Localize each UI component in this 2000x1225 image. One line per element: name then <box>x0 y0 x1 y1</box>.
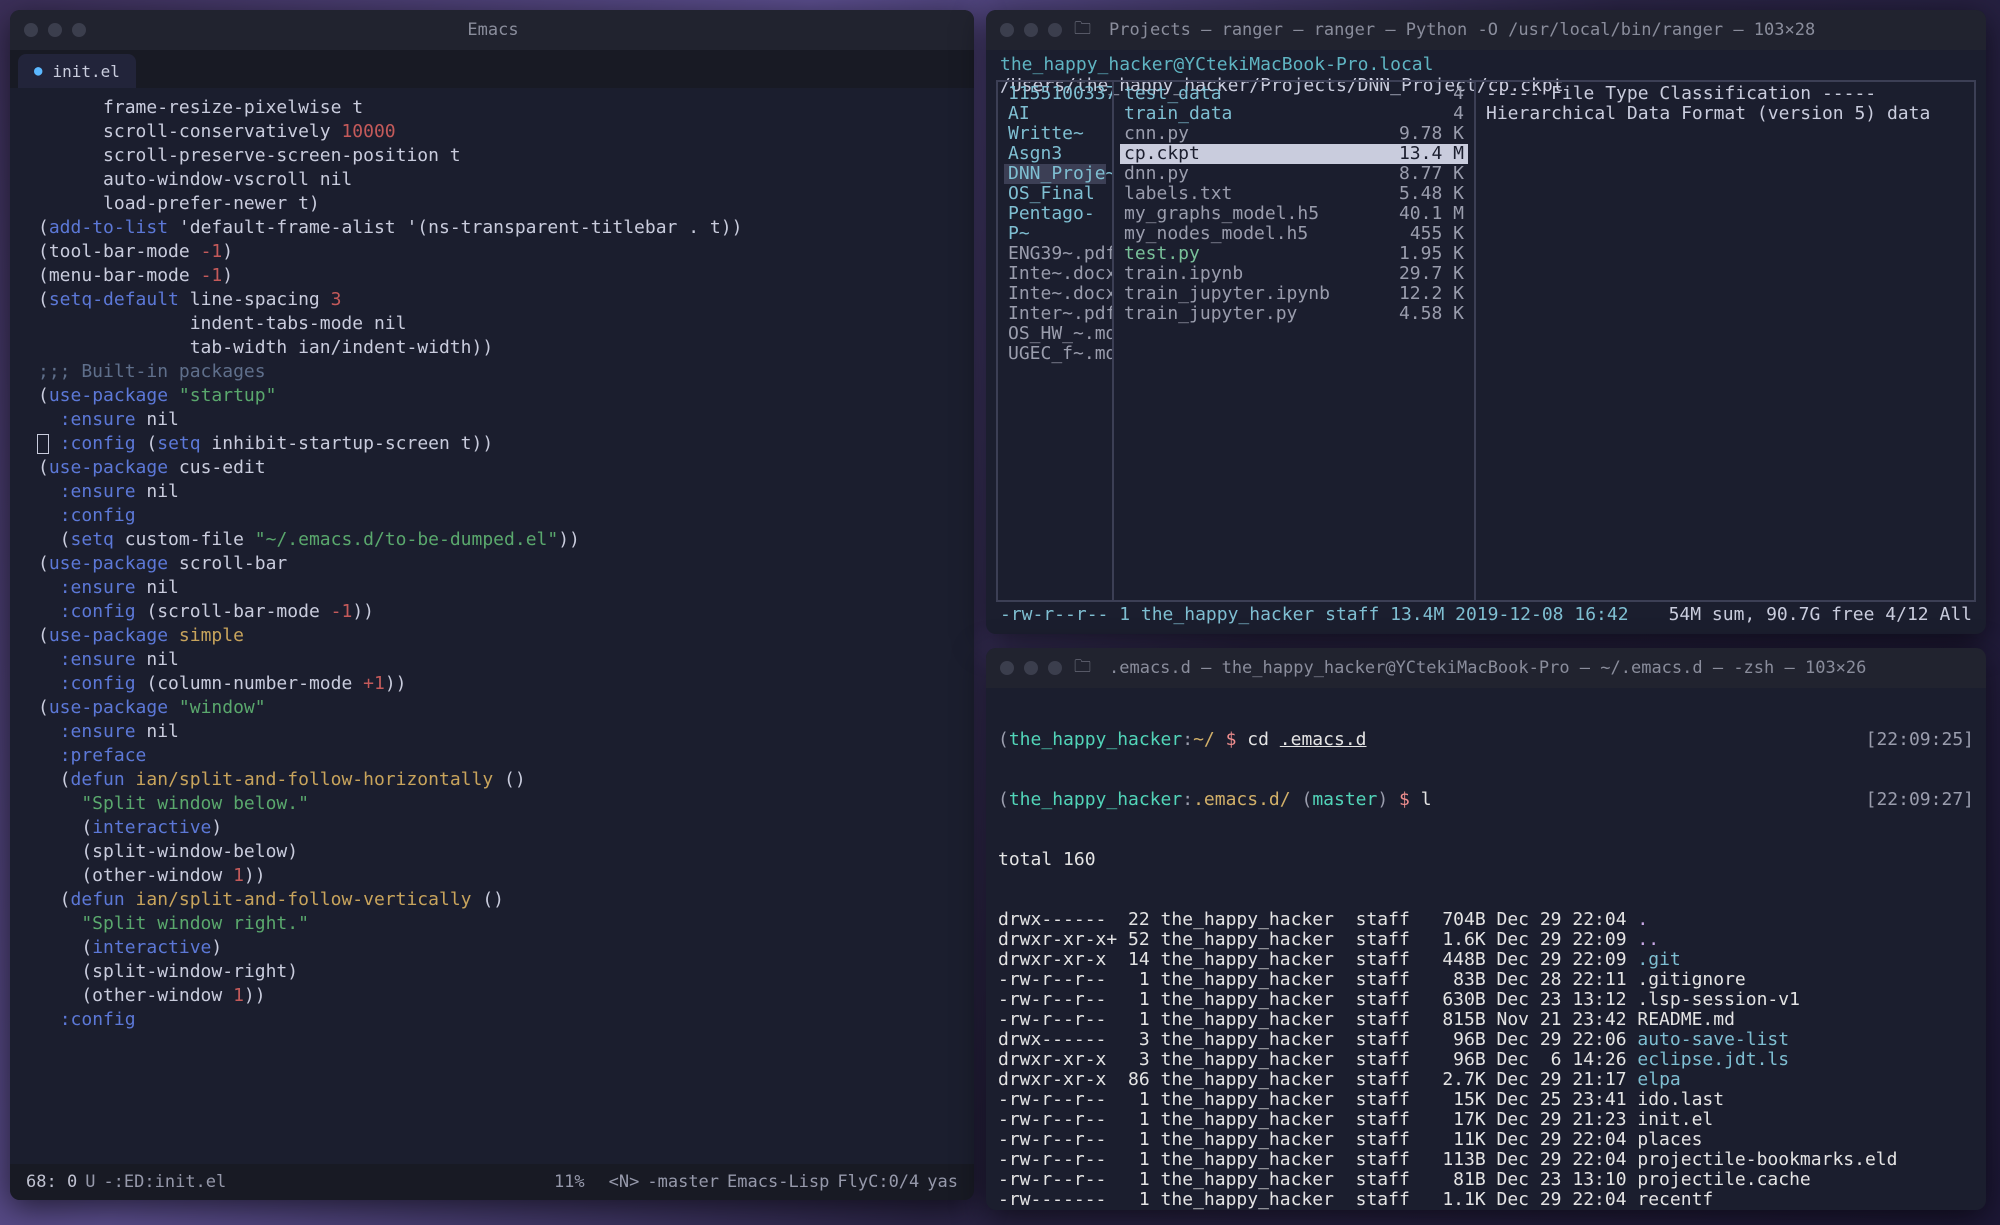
cursor-position: 68: 0 <box>26 1172 77 1192</box>
file-item[interactable]: train.ipynb29.7 K <box>1120 264 1468 284</box>
ls-row: drwx------ 22 the_happy_hacker staff 704… <box>998 910 1974 930</box>
file-item[interactable]: cp.ckpt13.4 M <box>1120 144 1468 164</box>
file-stat: -rw-r--r-- 1 the_happy_hacker staff 13.4… <box>1000 604 1629 630</box>
minimize-icon[interactable] <box>1024 661 1038 675</box>
yasnippet-indicator: yas <box>927 1172 958 1192</box>
normal-mode: <N> <box>609 1172 640 1192</box>
timestamp: [22:09:27] <box>1866 790 1974 810</box>
parent-dir-item[interactable]: Asgn3 <box>1004 144 1106 164</box>
modeline-u: U <box>85 1172 95 1192</box>
file-item[interactable]: my_nodes_model.h5455 K <box>1120 224 1468 244</box>
window-title: .emacs.d — the_happy_hacker@YCtekiMacBoo… <box>1109 658 1972 678</box>
zoom-icon[interactable] <box>1048 23 1062 37</box>
ls-row: -rw-r--r-- 1 the_happy_hacker staff 83B … <box>998 970 1974 990</box>
zoom-icon[interactable] <box>72 23 86 37</box>
disk-stat: 54M sum, 90.7G free 4/12 All <box>1669 604 1972 630</box>
parent-dir-item[interactable]: Inter~.pdf <box>1004 304 1106 324</box>
ls-row: drwx------ 3 the_happy_hacker staff 96B … <box>998 1030 1974 1050</box>
parent-dir-item[interactable]: Pentago-P~ <box>1004 204 1106 244</box>
ranger-path-header: the_happy_hacker@YCtekiMacBook-Pro.local… <box>986 50 1986 78</box>
ls-row: -rw-r--r-- 1 the_happy_hacker staff 11K … <box>998 1130 1974 1150</box>
tab-label: init.el <box>52 62 119 81</box>
file-item[interactable]: cnn.py9.78 K <box>1120 124 1468 144</box>
ls-row: drwxr-xr-x 14 the_happy_hacker staff 448… <box>998 950 1974 970</box>
emacs-tabs: ● init.el <box>10 50 974 88</box>
ls-row: -rw-r--r-- 1 the_happy_hacker staff 15K … <box>998 1090 1974 1110</box>
ls-row: -rw-r--r-- 1 the_happy_hacker staff 17K … <box>998 1110 1974 1130</box>
emacs-window: Emacs ● init.el frame-resize-pixelwise t… <box>10 10 974 1200</box>
terminal-titlebar[interactable]: 🗀 .emacs.d — the_happy_hacker@YCtekiMacB… <box>986 648 1986 688</box>
ranger-body: 1155100337AI Writte~Asgn3DNN_Proje~OS_Fi… <box>986 78 1986 602</box>
terminal-output[interactable]: (the_happy_hacker:~/ $ cd .emacs.d[22:09… <box>986 688 1986 1210</box>
ranger-preview-column: ----- File Type Classification ----- Hie… <box>1476 82 1974 600</box>
file-item[interactable]: train_jupyter.py4.58 K <box>1120 304 1468 324</box>
file-item[interactable]: test.py1.95 K <box>1120 244 1468 264</box>
window-title: Projects — ranger — ranger — Python -O /… <box>1109 20 1972 40</box>
ls-row: -rw------- 1 the_happy_hacker staff 1.1K… <box>998 1190 1974 1210</box>
zoom-icon[interactable] <box>1048 661 1062 675</box>
parent-dir-item[interactable]: UGEC_f~.md <box>1004 344 1106 364</box>
close-icon[interactable] <box>1000 23 1014 37</box>
parent-dir-item[interactable]: Inte~.docx <box>1004 264 1106 284</box>
ls-row: drwxr-xr-x 3 the_happy_hacker staff 96B … <box>998 1050 1974 1070</box>
parent-dir-item[interactable]: AI Writte~ <box>1004 104 1106 144</box>
ranger-footer: -rw-r--r-- 1 the_happy_hacker staff 13.4… <box>986 602 1986 632</box>
file-item[interactable]: my_graphs_model.h540.1 M <box>1120 204 1468 224</box>
minimize-icon[interactable] <box>1024 23 1038 37</box>
git-branch: -master <box>647 1172 719 1192</box>
file-item[interactable]: labels.txt5.48 K <box>1120 184 1468 204</box>
emacs-titlebar[interactable]: Emacs <box>10 10 974 50</box>
ls-row: drwxr-xr-x 86 the_happy_hacker staff 2.7… <box>998 1070 1974 1090</box>
ls-row: -rw-r--r-- 1 the_happy_hacker staff 113B… <box>998 1150 1974 1170</box>
traffic-lights[interactable] <box>1000 23 1062 37</box>
parent-dir-item[interactable]: ENG39~.pdf <box>1004 244 1106 264</box>
ranger-titlebar[interactable]: 🗀 Projects — ranger — ranger — Python -O… <box>986 10 1986 50</box>
ranger-parent-column[interactable]: 1155100337AI Writte~Asgn3DNN_Proje~OS_Fi… <box>998 82 1114 600</box>
file-item[interactable]: train_jupyter.ipynb12.2 K <box>1120 284 1468 304</box>
file-item[interactable]: dnn.py8.77 K <box>1120 164 1468 184</box>
ls-row: -rw-r--r-- 1 the_happy_hacker staff 815B… <box>998 1010 1974 1030</box>
emacs-modeline: 68: 0 U -:ED:init.el 11% <N> -master Ema… <box>10 1164 974 1200</box>
window-title: Emacs <box>98 20 888 40</box>
folder-icon: 🗀 <box>1074 654 1091 683</box>
ls-row: drwxr-xr-x+ 52 the_happy_hacker staff 1.… <box>998 930 1974 950</box>
ls-row: -rw-r--r-- 1 the_happy_hacker staff 630B… <box>998 990 1974 1010</box>
folder-icon: 🗀 <box>1074 16 1091 45</box>
ranger-window: 🗀 Projects — ranger — ranger — Python -O… <box>986 10 1986 634</box>
scroll-percent: 11% <box>234 1172 600 1192</box>
traffic-lights[interactable] <box>1000 661 1062 675</box>
parent-dir-item[interactable]: OS_HW_~.md <box>1004 324 1106 344</box>
flycheck-status: FlyC:0/4 <box>837 1172 919 1192</box>
file-item[interactable]: train_data4 <box>1120 104 1468 124</box>
ls-row: -rw-r--r-- 1 the_happy_hacker staff 81B … <box>998 1170 1974 1190</box>
parent-dir-item[interactable]: 1155100337 <box>1004 84 1106 104</box>
parent-dir-item[interactable]: DNN_Proje~ <box>1004 164 1106 184</box>
close-icon[interactable] <box>24 23 38 37</box>
tab-init-el[interactable]: ● init.el <box>18 54 136 88</box>
minimize-icon[interactable] <box>48 23 62 37</box>
timestamp: [22:09:25] <box>1866 730 1974 750</box>
code-editor[interactable]: frame-resize-pixelwise t scroll-conserva… <box>10 88 974 1164</box>
terminal-window: 🗀 .emacs.d — the_happy_hacker@YCtekiMacB… <box>986 648 1986 1210</box>
buffer-indicator: -:ED:init.el <box>103 1172 226 1192</box>
major-mode: Emacs-Lisp <box>727 1172 829 1192</box>
parent-dir-item[interactable]: Inte~.docx <box>1004 284 1106 304</box>
parent-dir-item[interactable]: OS_Final <box>1004 184 1106 204</box>
traffic-lights[interactable] <box>24 23 86 37</box>
file-dot-icon: ● <box>34 63 42 79</box>
ranger-current-column[interactable]: test_data4train_data4cnn.py9.78 Kcp.ckpt… <box>1114 82 1476 600</box>
close-icon[interactable] <box>1000 661 1014 675</box>
file-item[interactable]: test_data4 <box>1120 84 1468 104</box>
